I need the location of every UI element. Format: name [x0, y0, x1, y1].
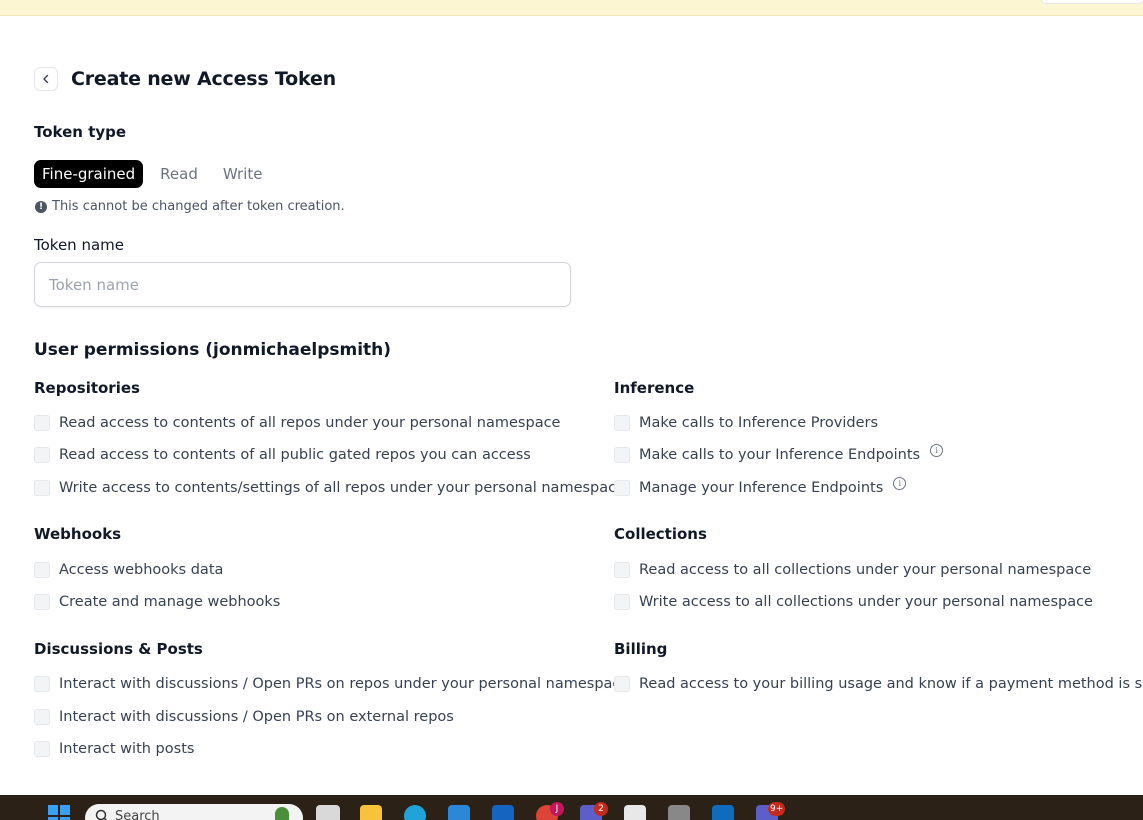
- token-name-input[interactable]: [34, 262, 571, 307]
- teams-classic-badge: 9+: [768, 802, 786, 816]
- windows-start-icon[interactable]: [48, 805, 70, 820]
- checkbox[interactable]: [614, 480, 630, 496]
- chrome-profile-badge: J: [550, 802, 564, 816]
- notepad-icon[interactable]: [624, 805, 646, 820]
- perm-repo-read[interactable]: Read access to contents of all repos und…: [34, 415, 560, 431]
- token-name-label: Token name: [34, 236, 124, 254]
- perm-label: Interact with posts: [59, 741, 195, 757]
- banner-button[interactable]: [1041, 0, 1143, 4]
- perm-label: Interact with discussions / Open PRs on …: [59, 709, 454, 725]
- discussions-heading: Discussions & Posts: [34, 640, 203, 658]
- taskbar-search[interactable]: Search: [85, 804, 303, 820]
- checkbox[interactable]: [34, 741, 50, 757]
- perm-inference-endpoints-calls[interactable]: Make calls to your Inference Endpoints i: [614, 444, 944, 463]
- checkbox[interactable]: [614, 594, 630, 610]
- billing-heading: Billing: [614, 640, 668, 658]
- checkbox[interactable]: [614, 676, 630, 692]
- perm-label: Make calls to your Inference Endpoints: [639, 447, 921, 463]
- perm-label: Make calls to Inference Providers: [639, 415, 879, 431]
- checkbox[interactable]: [34, 562, 50, 578]
- checkbox[interactable]: [34, 709, 50, 725]
- token-type-tabs: Fine-grained Read Write: [34, 160, 279, 188]
- perm-billing-read[interactable]: Read access to your billing usage and kn…: [614, 676, 1143, 692]
- token-type-label: Token type: [34, 123, 127, 141]
- checkbox[interactable]: [614, 447, 630, 463]
- back-button[interactable]: [34, 67, 58, 91]
- perm-collections-read[interactable]: Read access to all collections under you…: [614, 562, 1091, 578]
- store-icon[interactable]: [448, 805, 470, 820]
- perm-label: Read access to your billing usage and kn…: [639, 676, 1143, 692]
- perm-label: Manage your Inference Endpoints: [639, 480, 884, 496]
- perm-posts[interactable]: Interact with posts: [34, 741, 194, 757]
- info-icon[interactable]: i: [893, 477, 907, 490]
- task-view-icon[interactable]: [316, 805, 340, 820]
- inference-heading: Inference: [614, 379, 695, 397]
- perm-label: Read access to contents of all public ga…: [59, 447, 531, 463]
- checkbox[interactable]: [34, 480, 50, 496]
- perm-webhooks-manage[interactable]: Create and manage webhooks: [34, 594, 280, 610]
- info-icon[interactable]: i: [930, 444, 944, 457]
- webhooks-heading: Webhooks: [34, 525, 122, 543]
- info-icon: !: [35, 200, 47, 213]
- collections-heading: Collections: [614, 525, 707, 543]
- checkbox[interactable]: [614, 562, 630, 578]
- file-explorer-icon[interactable]: [360, 805, 382, 820]
- tab-fine-grained[interactable]: Fine-grained: [34, 160, 144, 188]
- page-header: Create new Access Token: [34, 67, 336, 91]
- plant-icon: [275, 807, 289, 820]
- perm-inference-providers[interactable]: Make calls to Inference Providers: [614, 415, 878, 431]
- perm-label: Access webhooks data: [59, 562, 224, 578]
- checkbox[interactable]: [614, 415, 630, 431]
- perm-collections-write[interactable]: Write access to all collections under yo…: [614, 594, 1093, 610]
- outlook-icon[interactable]: [492, 805, 514, 820]
- tab-write[interactable]: Write: [215, 160, 271, 188]
- search-icon: [95, 809, 108, 820]
- perm-label: Read access to all collections under you…: [639, 562, 1092, 578]
- perm-label: Interact with discussions / Open PRs on …: [59, 676, 630, 692]
- perm-label: Create and manage webhooks: [59, 594, 281, 610]
- perm-label: Write access to contents/settings of all…: [59, 480, 626, 496]
- perm-discussions-external[interactable]: Interact with discussions / Open PRs on …: [34, 709, 454, 725]
- checkbox[interactable]: [34, 676, 50, 692]
- taskbar: Search J 2 9+: [0, 795, 1143, 820]
- taskbar-search-text: Search: [115, 809, 160, 820]
- perm-inference-endpoints-manage[interactable]: Manage your Inference Endpoints i: [614, 477, 907, 496]
- user-permissions-title: User permissions (jonmichaelpsmith): [34, 340, 392, 360]
- checkbox[interactable]: [34, 415, 50, 431]
- perm-repo-write[interactable]: Write access to contents/settings of all…: [34, 480, 625, 496]
- perm-label: Write access to all collections under yo…: [639, 594, 1093, 610]
- settings-icon[interactable]: [668, 805, 690, 820]
- perm-label: Read access to contents of all repos und…: [59, 415, 561, 431]
- edge-icon[interactable]: [404, 805, 426, 820]
- perm-discussions-personal[interactable]: Interact with discussions / Open PRs on …: [34, 676, 629, 692]
- token-type-note: ! This cannot be changed after token cre…: [35, 199, 345, 214]
- checkbox[interactable]: [34, 594, 50, 610]
- repositories-heading: Repositories: [34, 379, 140, 397]
- perm-webhooks-read[interactable]: Access webhooks data: [34, 562, 223, 578]
- outlook-new-icon[interactable]: [712, 805, 734, 820]
- teams-badge: 2: [594, 802, 608, 816]
- notification-banner: [0, 0, 1143, 16]
- perm-repo-read-gated[interactable]: Read access to contents of all public ga…: [34, 447, 531, 463]
- page-title: Create new Access Token: [71, 68, 336, 90]
- chevron-left-icon: [43, 74, 49, 84]
- checkbox[interactable]: [34, 447, 50, 463]
- tab-read[interactable]: Read: [152, 160, 206, 188]
- token-type-note-text: This cannot be changed after token creat…: [52, 199, 345, 214]
